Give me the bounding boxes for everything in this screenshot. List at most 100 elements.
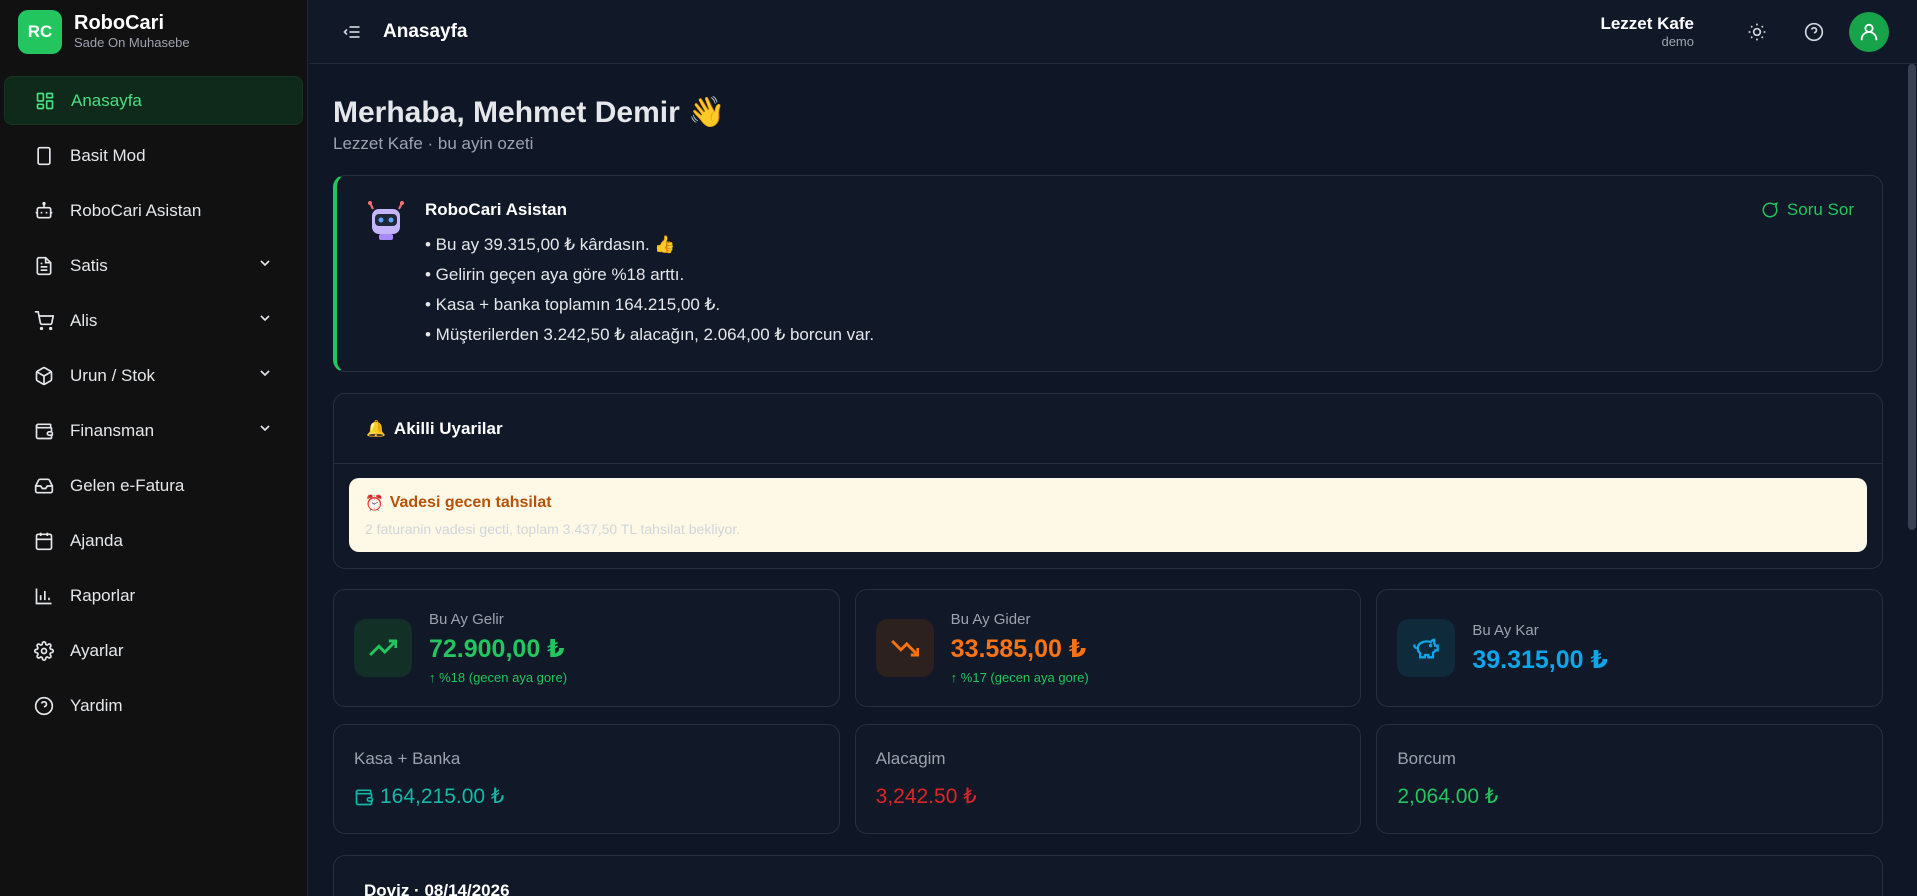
tablet-icon [33, 145, 55, 167]
topbar: Anasayfa Lezzet Kafe demo [309, 0, 1917, 64]
sidebar-item-alis[interactable]: Alis [4, 296, 303, 345]
wallet-icon [33, 420, 55, 442]
company-name: Lezzet Kafe [1600, 13, 1694, 33]
sidebar-item-anasayfa[interactable]: Anasayfa [4, 76, 303, 125]
chevron-down-icon [257, 365, 273, 386]
stats-row: Bu Ay Gelir 72.900,00 ₺ ↑ %18 (gecen aya… [333, 589, 1884, 707]
assistant-title: RoboCari Asistan [425, 200, 568, 219]
trending-up-icon [354, 619, 412, 677]
smart-alerts-card: 🔔 Akilli Uyarilar ⏰ Vadesi gecen tahsila… [333, 393, 1883, 569]
sidebar-item-label: Basit Mod [70, 145, 146, 165]
sidebar-item-ayarlar[interactable]: Ayarlar [4, 626, 303, 675]
sidebar-item-finansman[interactable]: Finansman [4, 406, 303, 455]
stat-change: ↑ %17 (gecen aya gore) [950, 670, 1089, 685]
receivables-card[interactable]: Alacagim 3,242.50 ₺ [854, 724, 1362, 834]
sidebar-item-label: Anasayfa [71, 90, 142, 110]
stat-value: 39.315,00 ₺ [1472, 645, 1608, 674]
expense-stat-card[interactable]: Bu Ay Gider 33.585,00 ₺ ↑ %17 (gecen aya… [854, 589, 1362, 707]
scrollbar[interactable] [1907, 64, 1917, 896]
bell-icon: 🔔 [366, 420, 386, 438]
balance-value: 164,215.00 ₺ [380, 785, 505, 808]
main-content: Merhaba, Mehmet Demir 👋 Lezzet Kafe · bu… [333, 64, 1884, 896]
sidebar-item-label: Urun / Stok [70, 365, 156, 385]
brand-subtitle: Sade On Muhasebe [74, 35, 190, 50]
currency-card: Doviz · 08/14/2026 [333, 855, 1883, 896]
sidebar: RC RoboCari Sade On Muhasebe Anasayfa Ba… [0, 0, 308, 896]
piggy-bank-icon [1397, 619, 1456, 677]
alert-description: 2 faturanin vadesi gecti, toplam 3.437,5… [365, 521, 741, 537]
robot-icon [368, 201, 404, 240]
sidebar-item-gelen-e-fatura[interactable]: Gelen e-Fatura [4, 461, 303, 510]
brand-logo: RC [18, 10, 62, 54]
company-user: demo [1661, 33, 1694, 49]
scrollbar-thumb[interactable] [1908, 64, 1916, 530]
chat-icon [1762, 202, 1778, 218]
assistant-message: • Kasa + banka toplamın 164.215,00 ₺. [425, 295, 721, 314]
profit-stat-card[interactable]: Bu Ay Kar 39.315,00 ₺ [1376, 589, 1884, 707]
smart-alerts-title: Akilli Uyarilar [393, 418, 503, 438]
income-stat-card[interactable]: Bu Ay Gelir 72.900,00 ₺ ↑ %18 (gecen aya… [333, 589, 840, 707]
sidebar-item-label: Ajanda [70, 530, 123, 550]
chevron-down-icon [257, 310, 273, 331]
balance-value: 3,242.50 ₺ [875, 785, 977, 808]
bar-chart-icon [33, 585, 55, 607]
theme-toggle-button[interactable] [1739, 14, 1775, 50]
smart-alerts-header: 🔔 Akilli Uyarilar [334, 394, 1882, 464]
brand-name: RoboCari [74, 12, 164, 34]
sidebar-item-raporlar[interactable]: Raporlar [4, 571, 303, 620]
sidebar-item-urun-stok[interactable]: Urun / Stok [4, 351, 303, 400]
help-icon [33, 695, 55, 717]
wallet-icon [355, 789, 374, 805]
menu-collapse-icon [343, 25, 360, 38]
cart-icon [33, 310, 55, 332]
sidebar-nav: Anasayfa Basit Mod RoboCari Asistan Sati… [0, 76, 307, 730]
brand[interactable]: RC RoboCari Sade On Muhasebe [0, 0, 307, 64]
menu-toggle-button[interactable] [339, 19, 365, 45]
greeting-title: Merhaba, Mehmet Demir 👋 [333, 96, 726, 129]
gear-icon [33, 640, 55, 662]
sidebar-item-label: Raporlar [70, 585, 136, 605]
sidebar-item-label: Alis [70, 310, 98, 330]
trending-down-icon [875, 619, 934, 677]
sun-icon [1748, 23, 1766, 40]
stat-value: 33.585,00 ₺ [950, 635, 1087, 663]
greeting-subtitle: Lezzet Kafe · bu ayin ozeti [333, 134, 534, 153]
balances-row: Kasa + Banka 164,215.00 ₺ Alacagim 3,242… [333, 724, 1884, 834]
alert-item[interactable]: ⏰ Vadesi gecen tahsilat 2 faturanin vade… [349, 478, 1867, 552]
ask-question-label: Soru Sor [1786, 200, 1854, 219]
sidebar-item-yardim[interactable]: Yardim [4, 681, 303, 730]
sidebar-item-label: Finansman [70, 420, 155, 440]
sidebar-item-basit-mod[interactable]: Basit Mod [4, 131, 303, 180]
sidebar-item-label: Ayarlar [70, 640, 124, 660]
ask-question-button[interactable]: Soru Sor [1761, 200, 1854, 220]
help-button[interactable] [1796, 14, 1832, 50]
assistant-message: • Müşterilerden 3.242,50 ₺ alacağın, 2.0… [425, 325, 875, 344]
company-switcher[interactable]: Lezzet Kafe demo [1600, 14, 1694, 50]
stat-change: ↑ %18 (gecen aya gore) [429, 670, 568, 685]
calendar-icon [33, 530, 55, 552]
chevron-down-icon [257, 255, 273, 276]
box-icon [33, 365, 55, 387]
user-avatar-button[interactable] [1849, 11, 1889, 52]
balance-label: Borcum [1397, 749, 1456, 768]
stat-label: Bu Ay Gelir [429, 611, 504, 628]
payables-card[interactable]: Borcum 2,064.00 ₺ [1376, 724, 1884, 834]
balance-value: 2,064.00 ₺ [1397, 785, 1499, 808]
inbox-icon [33, 475, 55, 497]
chevron-down-icon [257, 420, 273, 441]
stat-value: 72.900,00 ₺ [429, 635, 565, 663]
dashboard-icon [34, 90, 56, 112]
sidebar-item-satis[interactable]: Satis [4, 241, 303, 290]
sidebar-item-label: Satis [70, 255, 108, 275]
sidebar-item-label: Yardim [70, 695, 123, 715]
stat-label: Bu Ay Kar [1472, 621, 1539, 639]
bot-icon [33, 200, 55, 222]
alarm-clock-icon: ⏰ [365, 495, 384, 512]
alert-title: Vadesi gecen tahsilat [389, 494, 552, 511]
assistant-message: • Bu ay 39.315,00 ₺ kârdasın. 👍 [425, 235, 676, 254]
sidebar-item-ajanda[interactable]: Ajanda [4, 516, 303, 565]
page-title: Anasayfa [383, 20, 468, 42]
cash-bank-card[interactable]: Kasa + Banka 164,215.00 ₺ [333, 724, 840, 834]
assistant-message: • Gelirin geçen aya göre %18 arttı. [425, 265, 685, 284]
sidebar-item-robocari-asistan[interactable]: RoboCari Asistan [4, 186, 303, 235]
